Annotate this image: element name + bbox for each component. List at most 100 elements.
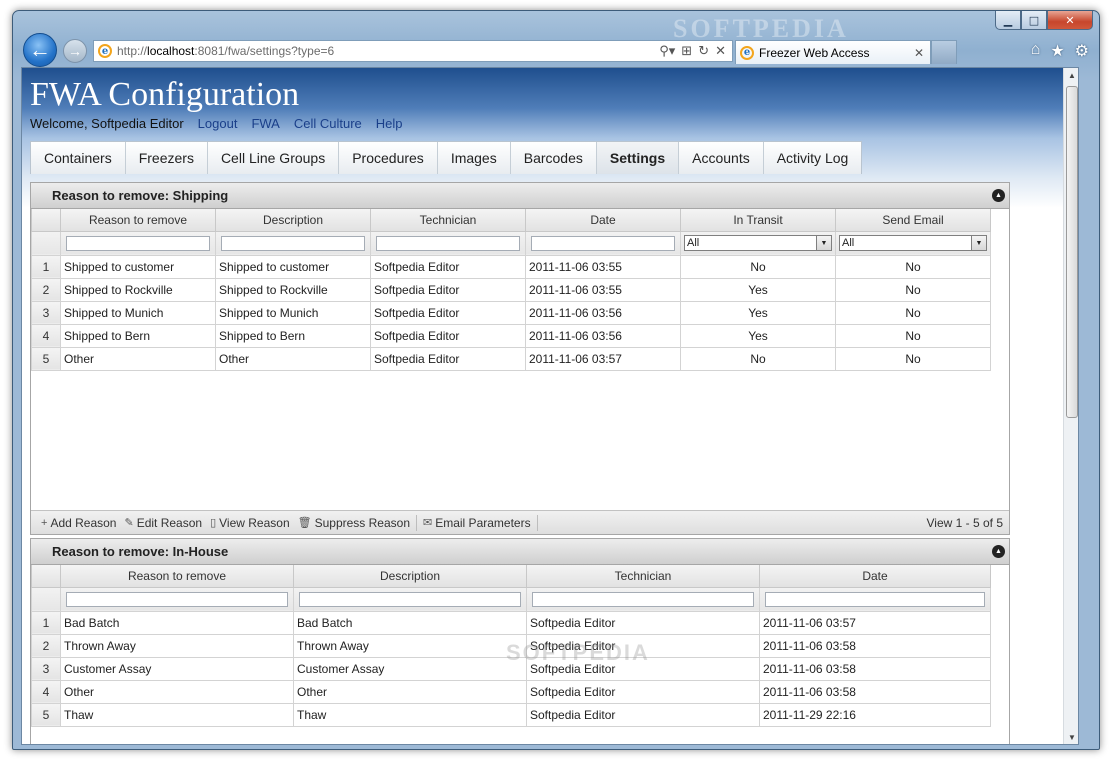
- column-header[interactable]: Technician: [370, 209, 526, 232]
- date-filter-input[interactable]: [531, 235, 675, 251]
- tab-images[interactable]: Images: [437, 142, 511, 174]
- column-header[interactable]: In Transit: [680, 209, 836, 232]
- cell: Yes: [680, 277, 836, 302]
- tab-cell-line-groups[interactable]: Cell Line Groups: [207, 142, 340, 174]
- scroll-down-icon[interactable]: ▼: [1064, 730, 1078, 744]
- shipping-grid: Reason to remove: Shipping ▲ Reason to r…: [30, 182, 1010, 535]
- table-row[interactable]: 3 Customer Assay Customer Assay Softpedia E…: [31, 656, 991, 681]
- table-row[interactable]: 3 Shipped to Munich Shipped to Munich Softp…: [31, 300, 991, 325]
- send-email-filter-select[interactable]: All ▼: [839, 235, 987, 251]
- close-tab-icon[interactable]: ✕: [914, 46, 924, 60]
- refresh-icon[interactable]: ↻: [698, 43, 709, 59]
- in-transit-filter-select[interactable]: All ▼: [684, 235, 832, 251]
- tab-barcodes[interactable]: Barcodes: [510, 142, 597, 174]
- description-filter-input[interactable]: [299, 591, 521, 607]
- technician-filter-input[interactable]: [532, 591, 754, 607]
- trash-icon: 🗑: [297, 517, 312, 529]
- scroll-up-icon[interactable]: ▲: [1064, 68, 1078, 84]
- stop-icon[interactable]: ✕: [715, 43, 726, 59]
- row-number-header: [31, 209, 61, 232]
- column-header[interactable]: Date: [759, 565, 991, 588]
- close-window-button[interactable]: ✕: [1047, 11, 1093, 30]
- tab-settings[interactable]: Settings: [596, 142, 680, 174]
- browser-tab[interactable]: e Freezer Web Access ✕: [735, 40, 931, 64]
- reason-filter-input[interactable]: [66, 235, 210, 251]
- cell-culture-link[interactable]: Cell Culture: [294, 116, 362, 131]
- cell: Softpedia Editor: [526, 656, 760, 681]
- help-link[interactable]: Help: [376, 116, 403, 131]
- cell: Softpedia Editor: [370, 323, 526, 348]
- cell: Thrown Away: [60, 633, 294, 658]
- tab-procedures[interactable]: Procedures: [339, 142, 438, 174]
- table-row[interactable]: 1 Shipped to customer Shipped to customer S…: [31, 254, 991, 279]
- edit-reason-button[interactable]: ✎ Edit Reason: [120, 516, 206, 530]
- forward-button[interactable]: →: [63, 39, 87, 63]
- row-number: 4: [31, 679, 61, 704]
- tab-title: Freezer Web Access: [759, 45, 870, 60]
- table-row[interactable]: 1 Bad Batch Bad Batch Softpedia Editor 2011-…: [31, 610, 991, 635]
- filter-cell: [293, 586, 527, 612]
- date-filter-input[interactable]: [765, 591, 985, 607]
- home-icon[interactable]: ⌂: [1031, 41, 1041, 61]
- browser-window: SOFTPEDIA ▁ □ ✕ ← → e http://localhost:8…: [12, 10, 1100, 750]
- table-row[interactable]: 4 Shipped to Bern Shipped to Bern Softpedia…: [31, 323, 991, 348]
- cell: Softpedia Editor: [526, 702, 760, 727]
- cell: Other: [293, 679, 527, 704]
- page-viewport: FWA Configuration Welcome, Softpedia Edi…: [21, 67, 1079, 745]
- email-parameters-button[interactable]: ✉ Email Parameters: [419, 516, 535, 530]
- new-tab-button[interactable]: [931, 40, 957, 64]
- collapse-icon[interactable]: ▲: [992, 545, 1005, 558]
- address-tools: ⚲▾ ⊞ ↻ ✕: [659, 43, 732, 59]
- column-header[interactable]: Reason to remove: [60, 565, 294, 588]
- column-header[interactable]: Reason to remove: [60, 209, 216, 232]
- back-button[interactable]: ←: [23, 33, 57, 67]
- collapse-icon[interactable]: ▲: [992, 189, 1005, 202]
- cell: Shipped to customer: [215, 254, 371, 279]
- row-number: 4: [31, 323, 61, 348]
- tab-activity-log[interactable]: Activity Log: [763, 142, 862, 174]
- gear-icon[interactable]: ⚙: [1075, 41, 1089, 61]
- add-reason-button[interactable]: + Add Reason: [37, 516, 120, 530]
- column-header[interactable]: Technician: [526, 565, 760, 588]
- column-header[interactable]: Send Email: [835, 209, 991, 232]
- search-icon[interactable]: ⚲▾: [659, 43, 675, 59]
- cell: Shipped to Rockville: [60, 277, 216, 302]
- filter-cell: All ▼: [835, 230, 991, 256]
- filter-cell: [525, 230, 681, 256]
- address-bar[interactable]: e http://localhost:8081/fwa/settings?typ…: [93, 40, 733, 62]
- add-reason-label: Add Reason: [50, 515, 117, 530]
- tab-containers[interactable]: Containers: [31, 142, 126, 174]
- scroll-thumb[interactable]: [1066, 86, 1078, 418]
- tab-freezers[interactable]: Freezers: [125, 142, 208, 174]
- maximize-button[interactable]: □: [1021, 11, 1047, 30]
- table-row[interactable]: 5 Thaw Thaw Softpedia Editor 2011-11-29 22:1…: [31, 702, 991, 727]
- minimize-button[interactable]: ▁: [995, 11, 1021, 30]
- table-row[interactable]: 5 Other Other Softpedia Editor 2011-11-06 03…: [31, 346, 991, 371]
- suppress-reason-button[interactable]: 🗑 Suppress Reason: [294, 516, 414, 530]
- cell: Shipped to customer: [60, 254, 216, 279]
- table-row[interactable]: 4 Other Other Softpedia Editor 2011-11-06 03…: [31, 679, 991, 704]
- row-number-header: [31, 565, 61, 588]
- view-reason-button[interactable]: ▯ View Reason: [206, 516, 294, 530]
- star-icon[interactable]: ★: [1050, 41, 1064, 61]
- cell: Shipped to Munich: [60, 300, 216, 325]
- tab-accounts[interactable]: Accounts: [679, 142, 764, 174]
- fwa-link[interactable]: FWA: [251, 116, 279, 131]
- cell: Yes: [680, 323, 836, 348]
- compatibility-icon[interactable]: ⊞: [681, 43, 692, 59]
- table-row[interactable]: 2 Thrown Away Thrown Away Softpedia Editor 2…: [31, 633, 991, 658]
- column-header[interactable]: Description: [215, 209, 371, 232]
- technician-filter-input[interactable]: [376, 235, 520, 251]
- row-number: 2: [31, 277, 61, 302]
- vertical-scrollbar[interactable]: ▲ ▼: [1063, 68, 1078, 744]
- table-row[interactable]: 2 Shipped to Rockville Shipped to Rockvill…: [31, 277, 991, 302]
- reason-filter-input[interactable]: [66, 591, 288, 607]
- cell: No: [835, 277, 991, 302]
- column-header[interactable]: Date: [525, 209, 681, 232]
- cell: 2011-11-06 03:56: [525, 323, 681, 348]
- logout-link[interactable]: Logout: [198, 116, 238, 131]
- column-header[interactable]: Description: [293, 565, 527, 588]
- description-filter-input[interactable]: [221, 235, 365, 251]
- document-icon: ▯: [210, 517, 217, 529]
- forward-arrow-icon: →: [68, 43, 82, 59]
